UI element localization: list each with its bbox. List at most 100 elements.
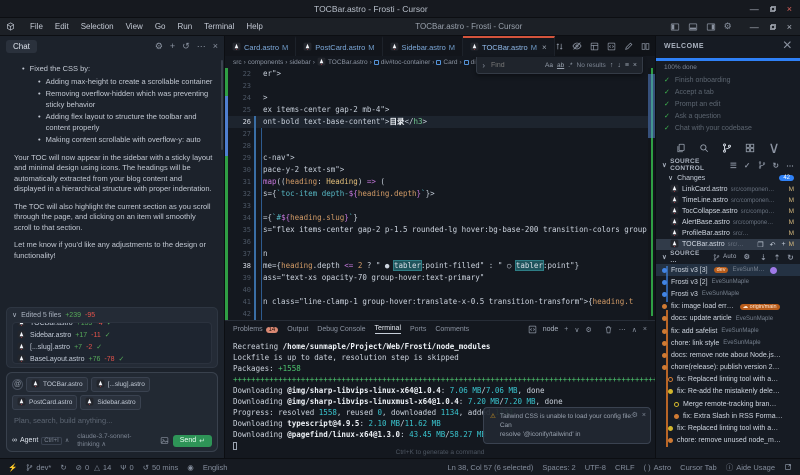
edited-file-row[interactable]: BaseLayout.astro+76-78✓ <box>17 353 207 364</box>
commit-row[interactable]: fix: image load err…☁ origin/main <box>656 301 800 313</box>
chevron-down-icon[interactable]: ∨ <box>662 161 667 169</box>
changes-header[interactable]: ∨ Changes 42 <box>656 172 800 184</box>
tab-card.astro[interactable]: Card.astroM <box>225 36 296 56</box>
edited-file-row[interactable]: TOCBar.astro+139-4✓ <box>17 322 207 329</box>
toggle-primary-sidebar-icon[interactable] <box>670 22 680 32</box>
settings-gear-icon[interactable]: ⚙ <box>632 411 638 420</box>
remote-indicator[interactable]: ⚡ <box>8 463 17 472</box>
cursor-logo-icon[interactable] <box>0 22 21 31</box>
breadcrumb-item[interactable]: Card <box>436 59 457 66</box>
encoding[interactable]: UTF-8 <box>585 463 606 472</box>
extensions-icon[interactable] <box>745 143 755 153</box>
chat-tab[interactable]: Chat <box>6 40 37 53</box>
push-icon[interactable]: ⇡ <box>774 253 781 262</box>
overview-ruler[interactable] <box>648 68 655 320</box>
panel-tab-problems[interactable]: Problems14 <box>233 326 278 333</box>
close-icon[interactable]: × <box>643 326 647 333</box>
discard-icon[interactable]: ↶ <box>770 241 776 249</box>
chat-scrollbar[interactable] <box>221 60 223 150</box>
restore-button[interactable] <box>769 23 777 31</box>
window-layout-icon[interactable] <box>784 463 792 471</box>
breadcrumb-item[interactable]: TOCBar.astro <box>317 57 368 68</box>
commit-row[interactable]: chore: link styleEveSunMaple <box>656 337 800 349</box>
breadcrumb-item[interactable]: div#toc-container <box>374 59 431 66</box>
settings-gear-icon[interactable]: ⚙ <box>155 41 163 52</box>
image-attach-icon[interactable] <box>160 436 169 445</box>
edited-file-row[interactable]: Sidebar.astro+17-11✓ <box>17 329 207 341</box>
commit-check-icon[interactable]: ✓ <box>744 161 751 170</box>
tab-tocbar.astro[interactable]: TOCBar.astroM× <box>463 36 555 56</box>
change-row[interactable]: TocCollapse.astrosrc/compo…M <box>656 206 800 217</box>
welcome-checklist-item[interactable]: ✓Ask a question <box>656 110 800 122</box>
commit-row[interactable]: chore(release): publish version 2… <box>656 362 800 374</box>
breadcrumb-item[interactable]: sidebar <box>289 59 310 66</box>
file-code-icon[interactable] <box>607 42 616 51</box>
chat-input-placeholder[interactable]: Plan, search, build anything... <box>14 416 210 425</box>
panel-tab-debug-console[interactable]: Debug Console <box>317 326 365 333</box>
close-icon[interactable]: × <box>542 43 547 52</box>
trash-icon[interactable] <box>604 325 613 334</box>
menu-terminal[interactable]: Terminal <box>199 20 239 33</box>
match-case-toggle[interactable]: Aa <box>545 62 553 69</box>
chevron-up-icon[interactable]: ∧ <box>632 326 637 334</box>
close-icon[interactable]: × <box>633 62 637 69</box>
regex-toggle[interactable]: .* <box>568 62 572 69</box>
cursor-tab-toggle[interactable]: Cursor Tab <box>680 463 717 472</box>
commit-row[interactable]: Frosti v3 [2]EveSunMaple <box>656 276 800 288</box>
edited-files-card[interactable]: ∨ Edited 5 files +239 -95 TOCBar.astro+1… <box>6 307 218 368</box>
welcome-checklist-item[interactable]: ✓Accept a tab <box>656 86 800 98</box>
context-chip[interactable]: PostCard.astro <box>12 395 77 410</box>
change-row[interactable]: ProfileBar.astrosrc/…M <box>656 228 800 239</box>
chevron-down-icon[interactable]: ∨ <box>662 253 667 261</box>
language-mode[interactable]: ( )Astro <box>644 463 672 472</box>
toggle-panel-icon[interactable] <box>688 22 698 32</box>
close-button[interactable]: × <box>787 22 792 32</box>
refresh-icon[interactable]: ↻ <box>787 253 794 262</box>
welcome-checklist-item[interactable]: ✓Finish onboarding <box>656 74 800 86</box>
mention-button[interactable]: @ <box>12 379 23 390</box>
commit-row[interactable]: Merge remote-tracking bran… <box>656 398 800 410</box>
commit-row[interactable]: fix: Extra Slash in RSS Forma… <box>656 410 800 422</box>
chevron-down-icon[interactable]: ∨ <box>768 138 780 158</box>
menu-file[interactable]: File <box>25 20 48 33</box>
close-button[interactable]: × <box>787 4 792 14</box>
language-indicator[interactable]: English <box>203 463 228 472</box>
fetch-icon[interactable]: ⇣ <box>760 253 767 262</box>
chevron-down-icon[interactable]: ∨ <box>574 326 579 334</box>
shell-label[interactable]: node <box>543 326 559 333</box>
change-row[interactable]: TimeLine.astrosrc/componen…M <box>656 195 800 206</box>
eol-sequence[interactable]: CRLF <box>615 463 635 472</box>
minimize-button[interactable]: — <box>750 22 759 32</box>
view-as-list-icon[interactable]: ☰ <box>730 161 737 170</box>
tab-postcard.astro[interactable]: PostCard.astroM <box>296 36 382 56</box>
new-chat-icon[interactable]: + <box>170 41 175 51</box>
eye-icon[interactable]: ◉ <box>187 463 194 472</box>
commit-row[interactable]: docs: update articleEveSunMaple <box>656 313 800 325</box>
minimize-button[interactable]: — <box>750 4 759 14</box>
source-control-graph-section[interactable]: ∨ SOURCE … Auto ⚙ ⇣ ⇡ ↻ <box>656 250 800 264</box>
problems-indicator[interactable]: ⊘0△14 <box>76 463 112 472</box>
next-match-icon[interactable]: ↓ <box>617 62 621 69</box>
change-row[interactable]: LinkCard.astrosrc/componen…M <box>656 184 800 195</box>
stage-icon[interactable]: + <box>781 241 785 248</box>
usage-timer[interactable]: ↺50 mins <box>143 463 179 472</box>
send-button[interactable]: Send↵ <box>173 435 212 447</box>
search-icon[interactable] <box>699 143 709 153</box>
close-icon[interactable]: × <box>213 41 218 51</box>
welcome-checklist-item[interactable]: ✓Prompt an edit <box>656 98 800 110</box>
find-input[interactable] <box>489 61 541 70</box>
notification-toast[interactable]: ⚠ Tailwind CSS is unable to load your co… <box>483 407 651 444</box>
tab-sidebar.astro[interactable]: Sidebar.astroM <box>383 36 463 56</box>
commit-row[interactable]: fix: add safelistEveSunMaple <box>656 325 800 337</box>
panel-tab-comments[interactable]: Comments <box>435 326 469 333</box>
context-chip[interactable]: [...slug].astro <box>91 377 150 392</box>
panel-tab-terminal[interactable]: Terminal <box>375 325 401 334</box>
context-chip[interactable]: TOCBar.astro <box>26 377 88 392</box>
source-control-section[interactable]: ∨ SOURCE CONTROL ☰ ✓ ↻ ⋯ <box>656 158 800 172</box>
files-icon[interactable] <box>676 143 686 153</box>
ports-indicator[interactable]: Ψ0 <box>120 463 133 472</box>
menu-selection[interactable]: Selection <box>76 20 119 33</box>
commit-row[interactable]: fix: Re-add the mistakenly dele… <box>656 386 800 398</box>
history-icon[interactable]: ↺ <box>182 41 190 52</box>
change-row[interactable]: AlertBase.astrosrc/compone…M <box>656 217 800 228</box>
